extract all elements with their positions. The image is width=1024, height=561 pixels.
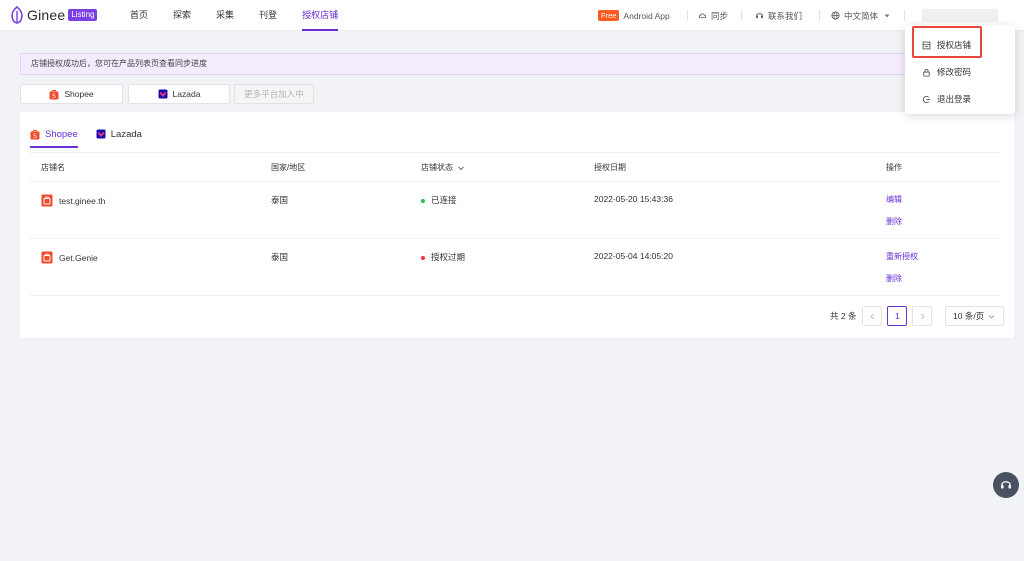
nav-publish[interactable]: 刊登 [259, 0, 277, 31]
status: 已连接 [421, 194, 457, 206]
auth-date: 2022-05-04 14:05:20 [594, 251, 673, 261]
menu-logout-label: 退出登录 [937, 94, 972, 104]
headset-icon [756, 13, 763, 19]
add-lazada-button[interactable]: Lazada [128, 84, 230, 104]
chevron-right-icon [921, 313, 925, 319]
shop-cell: Get.Genie [41, 251, 98, 264]
header-divider [819, 10, 820, 21]
page-1-button[interactable]: 1 [887, 306, 908, 326]
status-dot-connected [421, 198, 425, 203]
actions: 编辑 删除 [886, 194, 902, 238]
contact-label: 联系我们 [768, 10, 803, 21]
next-page-button[interactable] [912, 306, 933, 326]
tab-shopee[interactable]: S Shopee [30, 120, 78, 148]
actions: 重新授权 删除 [886, 251, 918, 295]
total-count: 共 2 条 [830, 311, 857, 321]
country: 泰国 [271, 252, 289, 262]
ginee-logo[interactable]: Ginee Listing [9, 6, 98, 24]
cloud-sync-icon [698, 13, 707, 19]
chevron-down-icon [458, 166, 464, 171]
contact-us-button[interactable]: 联系我们 [755, 0, 802, 31]
nav-collect[interactable]: 采集 [216, 0, 234, 31]
language-selector[interactable]: 中文简体 [831, 0, 891, 31]
customer-service-button[interactable] [993, 472, 1019, 498]
logo-text: Ginee [27, 7, 66, 23]
shopee-icon [41, 194, 53, 207]
lazada-icon [158, 89, 168, 99]
table-row: test.ginee.th 泰国 已连接 2022-05-20 15:43:36… [30, 182, 1000, 239]
shop-table: 店铺名 国家/地区 店铺状态 授权日期 操作 test.ginee.th 泰国 [30, 152, 1000, 296]
shop-name: test.ginee.th [59, 195, 106, 206]
platform-tabs: S Shopee Lazada [30, 120, 160, 148]
page-size-label: 10 条/页 [953, 311, 985, 321]
tab-lazada[interactable]: Lazada [96, 120, 142, 148]
language-label: 中文简体 [844, 10, 879, 21]
status: 授权过期 [421, 251, 465, 263]
logout-icon [923, 95, 931, 103]
lazada-icon [96, 129, 106, 139]
nav-authorize-shop[interactable]: 授权店铺 [302, 0, 339, 31]
shopee-icon: S [30, 129, 40, 140]
nav-home[interactable]: 首页 [130, 0, 148, 31]
menu-change-password-label: 修改密码 [937, 67, 972, 77]
authorization-notice: 店铺授权成功后，您可在产品列表页查看同步进度 [20, 53, 1006, 75]
chevron-down-icon [988, 314, 995, 319]
more-platforms-button: 更多平台加入中 [234, 84, 314, 104]
auth-date: 2022-05-20 15:43:36 [594, 194, 673, 204]
top-header: Ginee Listing 首页 探索 采集 刊登 授权店铺 Free Andr… [0, 0, 1024, 31]
logo-badge: Listing [68, 9, 98, 21]
delete-link[interactable]: 删除 [886, 273, 918, 284]
lock-icon [923, 68, 930, 77]
caret-down-icon [884, 14, 890, 17]
delete-link[interactable]: 删除 [886, 216, 902, 227]
headset-icon [1001, 481, 1011, 489]
prev-page-button[interactable] [862, 306, 883, 326]
table-row: Get.Genie 泰国 授权过期 2022-05-04 14:05:20 重新… [30, 239, 1000, 296]
chevron-left-icon [870, 313, 874, 319]
menu-logout[interactable]: 退出登录 [922, 93, 971, 105]
nav-explore[interactable]: 探索 [173, 0, 191, 31]
shopee-icon: S [49, 89, 59, 100]
edit-link[interactable]: 编辑 [886, 194, 902, 205]
col-status: 店铺状态 [421, 163, 453, 172]
reauthorize-link[interactable]: 重新授权 [886, 251, 918, 262]
pagination: 共 2 条 1 [830, 306, 933, 326]
globe-icon [831, 11, 840, 20]
add-shopee-button[interactable]: S Shopee [20, 84, 123, 104]
page-size-select[interactable]: 10 条/页 [945, 306, 1004, 326]
header-divider [687, 10, 688, 21]
header-divider [904, 10, 905, 21]
col-status-filter[interactable]: 店铺状态 [421, 153, 465, 183]
col-actions: 操作 [886, 163, 902, 172]
android-app-link[interactable]: Free Android App [598, 0, 670, 31]
col-auth-date: 授权日期 [594, 163, 626, 172]
main-nav: 首页 探索 采集 刊登 授权店铺 [130, 0, 363, 31]
header-divider [741, 10, 742, 21]
country: 泰国 [271, 195, 289, 205]
status-dot-expired [421, 255, 425, 260]
status-label: 已连接 [431, 195, 457, 205]
col-country: 国家/地区 [271, 163, 306, 172]
ginee-leaf-icon [11, 6, 23, 24]
table-header: 店铺名 国家/地区 店铺状态 授权日期 操作 [30, 152, 1000, 182]
lazada-button-label: Lazada [172, 89, 201, 99]
free-badge: Free [598, 10, 620, 21]
menu-highlight-box [912, 26, 982, 58]
shop-cell: test.ginee.th [41, 194, 105, 207]
status-label: 授权过期 [431, 252, 466, 262]
svg-text:S: S [52, 93, 56, 100]
tab-lazada-label: Lazada [110, 128, 142, 140]
shop-list-card: S Shopee Lazada 店铺名 国家/地区 店铺状态 授权日期 操作 t… [20, 112, 1014, 338]
shopee-icon [41, 251, 53, 264]
menu-change-password[interactable]: 修改密码 [922, 66, 971, 78]
android-app-label: Android App [623, 10, 670, 21]
svg-text:S: S [33, 133, 37, 140]
tab-shopee-label: Shopee [45, 128, 78, 140]
col-shop-name: 店铺名 [41, 163, 65, 172]
shopee-button-label: Shopee [64, 89, 94, 99]
shop-name: Get.Genie [59, 252, 98, 263]
sync-button[interactable]: 同步 [698, 0, 728, 31]
user-account-menu[interactable] [922, 9, 998, 22]
sync-label: 同步 [711, 10, 729, 21]
